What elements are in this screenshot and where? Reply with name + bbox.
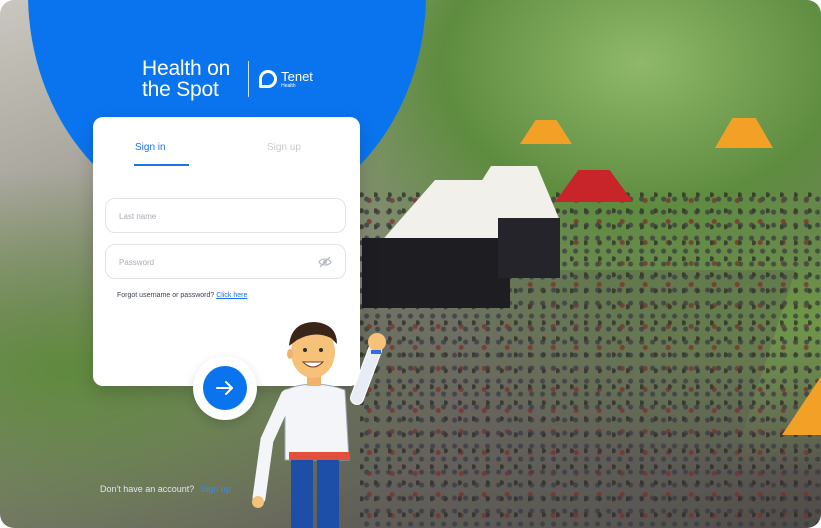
submit-button[interactable] xyxy=(203,366,247,410)
login-screen: Health on the Spot Tenet Health Sign in … xyxy=(0,0,821,528)
background-tent-wall-2 xyxy=(498,218,560,278)
background-orange-canopy xyxy=(520,120,572,144)
last-name-field[interactable] xyxy=(105,198,346,234)
tab-sign-up[interactable]: Sign up xyxy=(267,142,301,153)
background-orange-canopy-2 xyxy=(715,118,773,148)
brand-logo: Health on the Spot Tenet Health xyxy=(142,58,313,100)
brand-name-line2: the Spot xyxy=(142,78,219,101)
forgot-credentials: Forgot username or password? Click here xyxy=(117,292,247,299)
partner-sub: Health xyxy=(281,82,296,89)
active-tab-indicator xyxy=(134,164,189,166)
forgot-text: Forgot username or password? xyxy=(117,292,215,299)
background-tent-wall xyxy=(362,238,510,308)
password-field[interactable] xyxy=(105,244,346,280)
background-red-canopy xyxy=(555,170,633,202)
brand-name: Health on the Spot xyxy=(142,58,230,100)
brand-name-line1: Health on xyxy=(142,57,231,80)
last-name-input[interactable] xyxy=(117,199,311,234)
auth-tabs: Sign in Sign up xyxy=(93,139,360,167)
tenet-logo-icon xyxy=(259,70,278,88)
arrow-right-icon xyxy=(216,381,233,395)
partner-logo: Tenet Health xyxy=(259,70,313,89)
forgot-link[interactable]: Click here xyxy=(216,292,247,299)
partner-name: Tenet xyxy=(281,68,313,84)
tab-sign-in[interactable]: Sign in xyxy=(135,142,166,153)
signup-prompt: Don't have an account? Sign up xyxy=(100,484,231,494)
mascot-illustration xyxy=(252,322,386,528)
signup-link[interactable]: Sign up xyxy=(200,484,231,494)
password-input[interactable] xyxy=(117,245,311,280)
brand-divider xyxy=(248,61,250,97)
signup-prompt-text: Don't have an account? xyxy=(100,484,195,494)
eye-off-icon[interactable] xyxy=(318,256,332,268)
